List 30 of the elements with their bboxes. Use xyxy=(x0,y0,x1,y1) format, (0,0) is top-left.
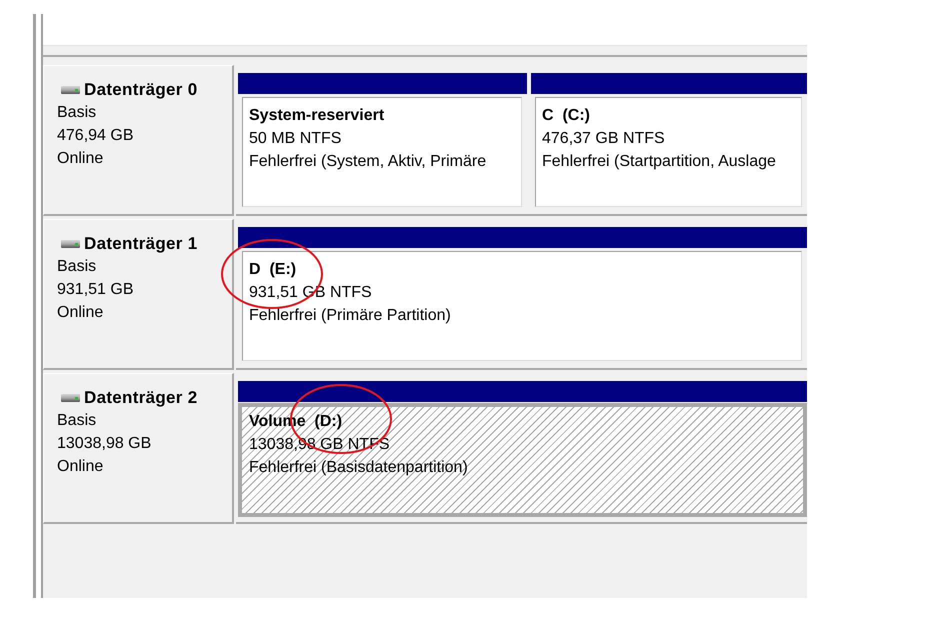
disk-drive-icon xyxy=(61,86,80,94)
disk-type: Basis xyxy=(57,411,96,431)
partition-status: Fehlerfrei (Primäre Partition) xyxy=(249,306,451,326)
disk-size: 931,51 GB xyxy=(57,280,134,300)
partition-title: System-reserviert xyxy=(249,106,384,126)
partition-status: Fehlerfrei (Startpartition, Auslage xyxy=(542,152,776,172)
partition-size: 50 MB NTFS xyxy=(249,129,342,149)
disk-drive-icon xyxy=(61,394,80,402)
partition-title: D (E:) xyxy=(249,260,296,280)
disk-type: Basis xyxy=(57,257,96,277)
partition-status: Fehlerfrei (Basisdatenpartition) xyxy=(249,458,468,478)
partition-box[interactable]: C (C:) 476,37 GB NTFS Fehlerfrei (Startpartition, Auslage xyxy=(535,97,802,207)
disk-type: Basis xyxy=(57,103,96,123)
disk-status: Online xyxy=(57,303,104,323)
disk-status: Online xyxy=(57,457,104,477)
partition-status: Fehlerfrei (System, Aktiv, Primäre xyxy=(249,152,486,172)
disk-size: 13038,98 GB xyxy=(57,434,152,454)
disk-drive-icon xyxy=(61,240,80,248)
disk-name: Datenträger 0 xyxy=(84,79,198,101)
disk-name: Datenträger 2 xyxy=(84,387,198,409)
pane-splitter[interactable] xyxy=(43,45,807,57)
disk-label-panel[interactable]: Datenträger 0 Basis 476,94 GB Online xyxy=(43,65,234,216)
disk-status: Online xyxy=(57,149,104,169)
partition-size: 476,37 GB NTFS xyxy=(542,129,665,149)
disk-label-panel[interactable]: Datenträger 1 Basis 931,51 GB Online xyxy=(43,219,234,370)
partition-title: C (C:) xyxy=(542,106,590,126)
disk-size: 476,94 GB xyxy=(57,126,134,146)
disk-name: Datenträger 1 xyxy=(84,233,198,255)
partition-box[interactable]: System-reserviert 50 MB NTFS Fehlerfrei (System, Aktiv, Primäre xyxy=(242,97,522,207)
disk-label-panel[interactable]: Datenträger 2 Basis 13038,98 GB Online xyxy=(43,373,234,524)
